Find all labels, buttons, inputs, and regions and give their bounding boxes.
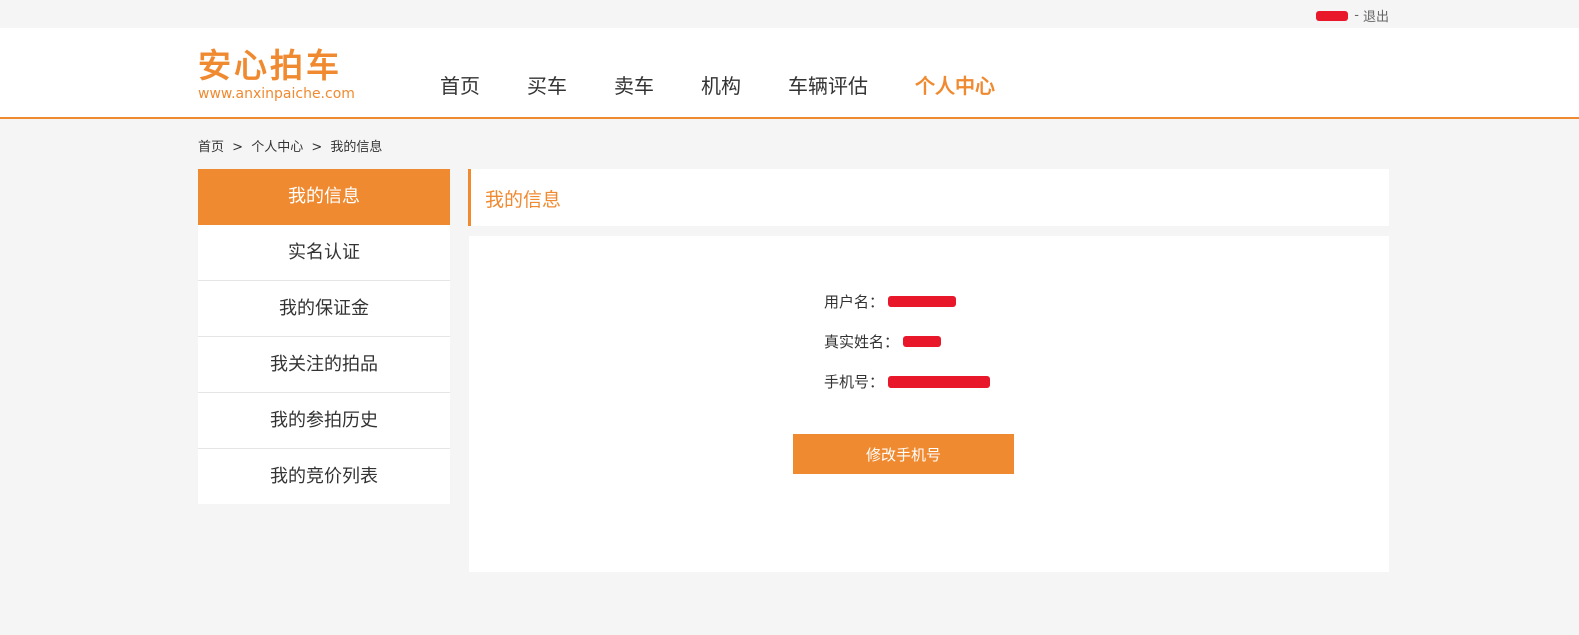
- sidebar-item-deposit[interactable]: 我的保证金: [198, 281, 450, 337]
- nav-home[interactable]: 首页: [440, 70, 480, 99]
- nav-buy-car[interactable]: 买车: [527, 70, 567, 99]
- change-phone-button[interactable]: 修改手机号: [793, 434, 1014, 474]
- realname-label: 真实姓名：: [824, 333, 900, 351]
- sidebar-item-bid-list[interactable]: 我的竞价列表: [198, 449, 450, 504]
- redacted-username-value: [888, 296, 957, 307]
- breadcrumb-separator: >: [232, 140, 244, 155]
- logo-url: www.anxinpaiche.com: [198, 86, 355, 102]
- redacted-realname-value: [903, 336, 942, 347]
- sidebar: 我的信息 实名认证 我的保证金 我关注的拍品 我的参拍历史 我的竞价列表: [198, 169, 450, 504]
- breadcrumb-home[interactable]: 首页: [198, 140, 224, 155]
- logo[interactable]: 安心拍车 www.anxinpaiche.com: [198, 46, 355, 103]
- breadcrumb-current: 我的信息: [330, 140, 383, 155]
- nav-institutions[interactable]: 机构: [701, 70, 741, 99]
- header: 安心拍车 www.anxinpaiche.com 首页 买车 卖车 机构 车辆评…: [0, 28, 1579, 119]
- sidebar-item-watchlist[interactable]: 我关注的拍品: [198, 337, 450, 393]
- realname-row: 真实姓名：: [824, 331, 942, 352]
- panel-title-bar: 我的信息: [468, 169, 1389, 226]
- nav-personal-center[interactable]: 个人中心: [915, 70, 995, 99]
- breadcrumb-personal-center[interactable]: 个人中心: [251, 140, 303, 155]
- redacted-username: [1316, 10, 1349, 21]
- info-panel: 用户名： 真实姓名： 手机号： 修改手机号: [469, 236, 1389, 572]
- phone-row: 手机号：: [824, 371, 991, 392]
- username-label: 用户名：: [824, 293, 885, 311]
- breadcrumb-separator: >: [311, 140, 323, 155]
- user-area: - 退出: [1316, 6, 1389, 25]
- top-bar: - 退出: [0, 0, 1579, 28]
- breadcrumb: 首页 > 个人中心 > 我的信息: [198, 136, 386, 155]
- phone-label: 手机号：: [824, 373, 885, 391]
- logo-name: 安心拍车: [198, 46, 342, 85]
- panel-title: 我的信息: [485, 189, 562, 211]
- sidebar-item-my-info[interactable]: 我的信息: [198, 169, 450, 225]
- logout-link[interactable]: 退出: [1363, 6, 1389, 25]
- main-nav: 首页 买车 卖车 机构 车辆评估 个人中心: [440, 70, 1042, 99]
- nav-sell-car[interactable]: 卖车: [614, 70, 654, 99]
- separator: -: [1354, 8, 1359, 23]
- nav-vehicle-evaluation[interactable]: 车辆评估: [788, 70, 868, 99]
- sidebar-item-verification[interactable]: 实名认证: [198, 225, 450, 281]
- redacted-phone-value: [888, 375, 991, 388]
- username-row: 用户名：: [824, 291, 957, 312]
- sidebar-item-bid-history[interactable]: 我的参拍历史: [198, 393, 450, 449]
